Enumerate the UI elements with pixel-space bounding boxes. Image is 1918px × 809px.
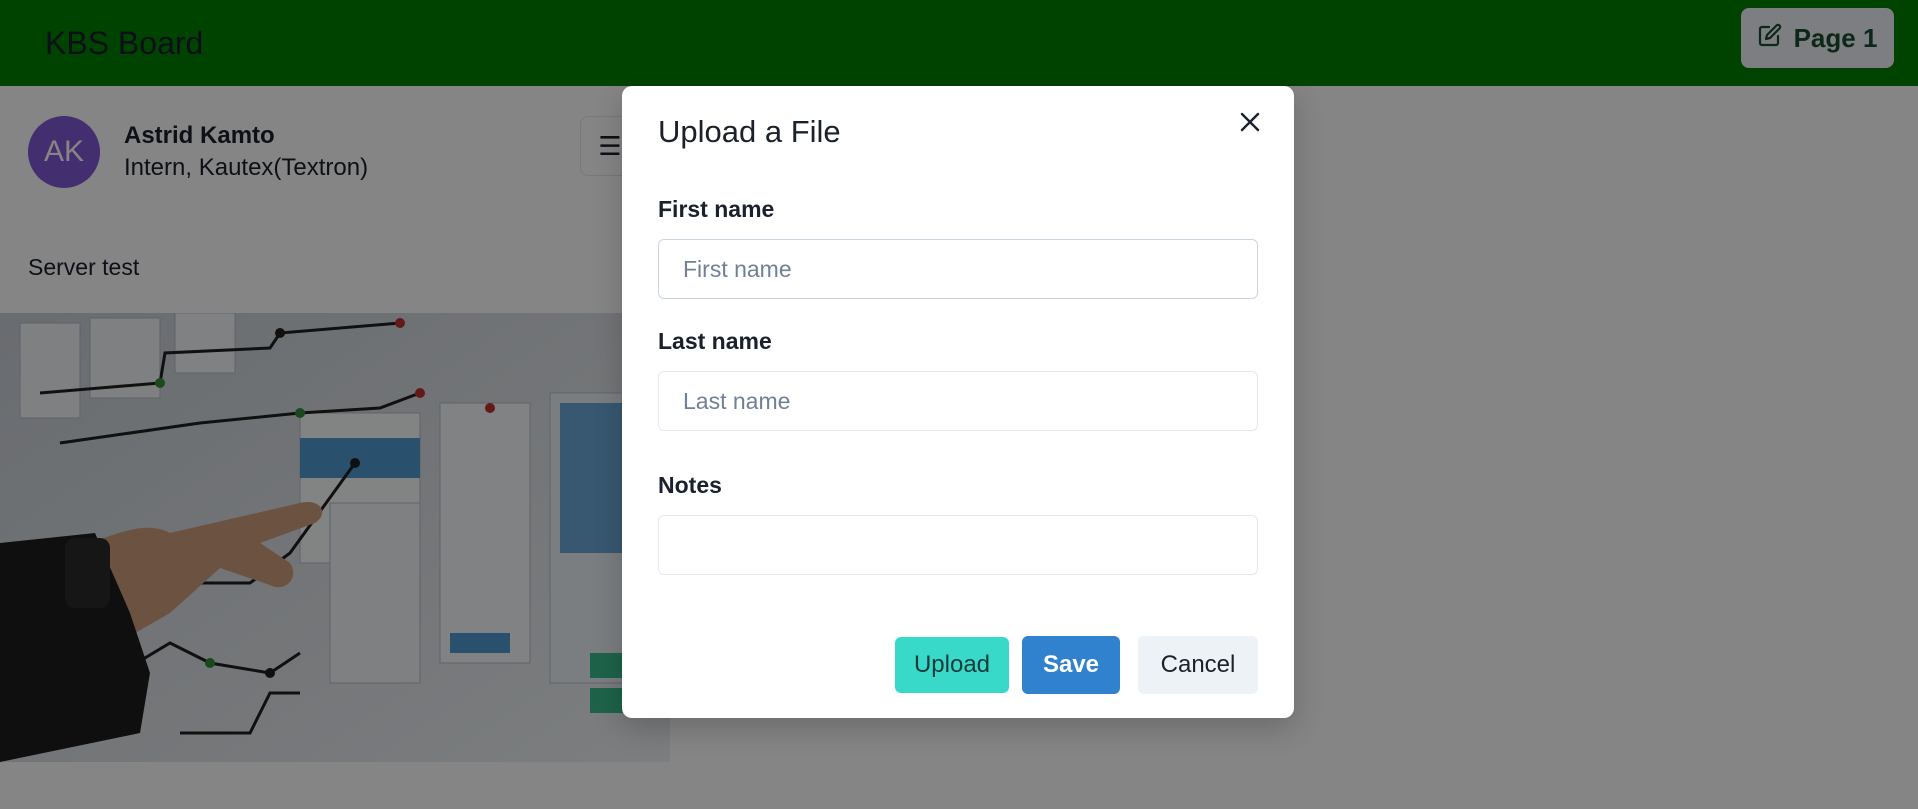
last-name-label: Last name (658, 328, 772, 354)
cancel-button[interactable]: Cancel (1138, 636, 1258, 694)
page: KBS Board Page 1 AK Astrid Kamto Intern,… (0, 0, 1918, 809)
modal-title: Upload a File (658, 114, 841, 149)
close-button[interactable] (1230, 104, 1270, 144)
first-name-input[interactable] (658, 239, 1258, 299)
notes-label: Notes (658, 472, 722, 498)
save-button[interactable]: Save (1022, 636, 1120, 694)
upload-file-modal: Upload a File First name Last name Notes… (622, 86, 1294, 718)
upload-button[interactable]: Upload (895, 637, 1009, 693)
last-name-input[interactable] (658, 371, 1258, 431)
first-name-label: First name (658, 196, 775, 222)
close-icon (1240, 112, 1260, 137)
notes-input[interactable] (658, 515, 1258, 575)
